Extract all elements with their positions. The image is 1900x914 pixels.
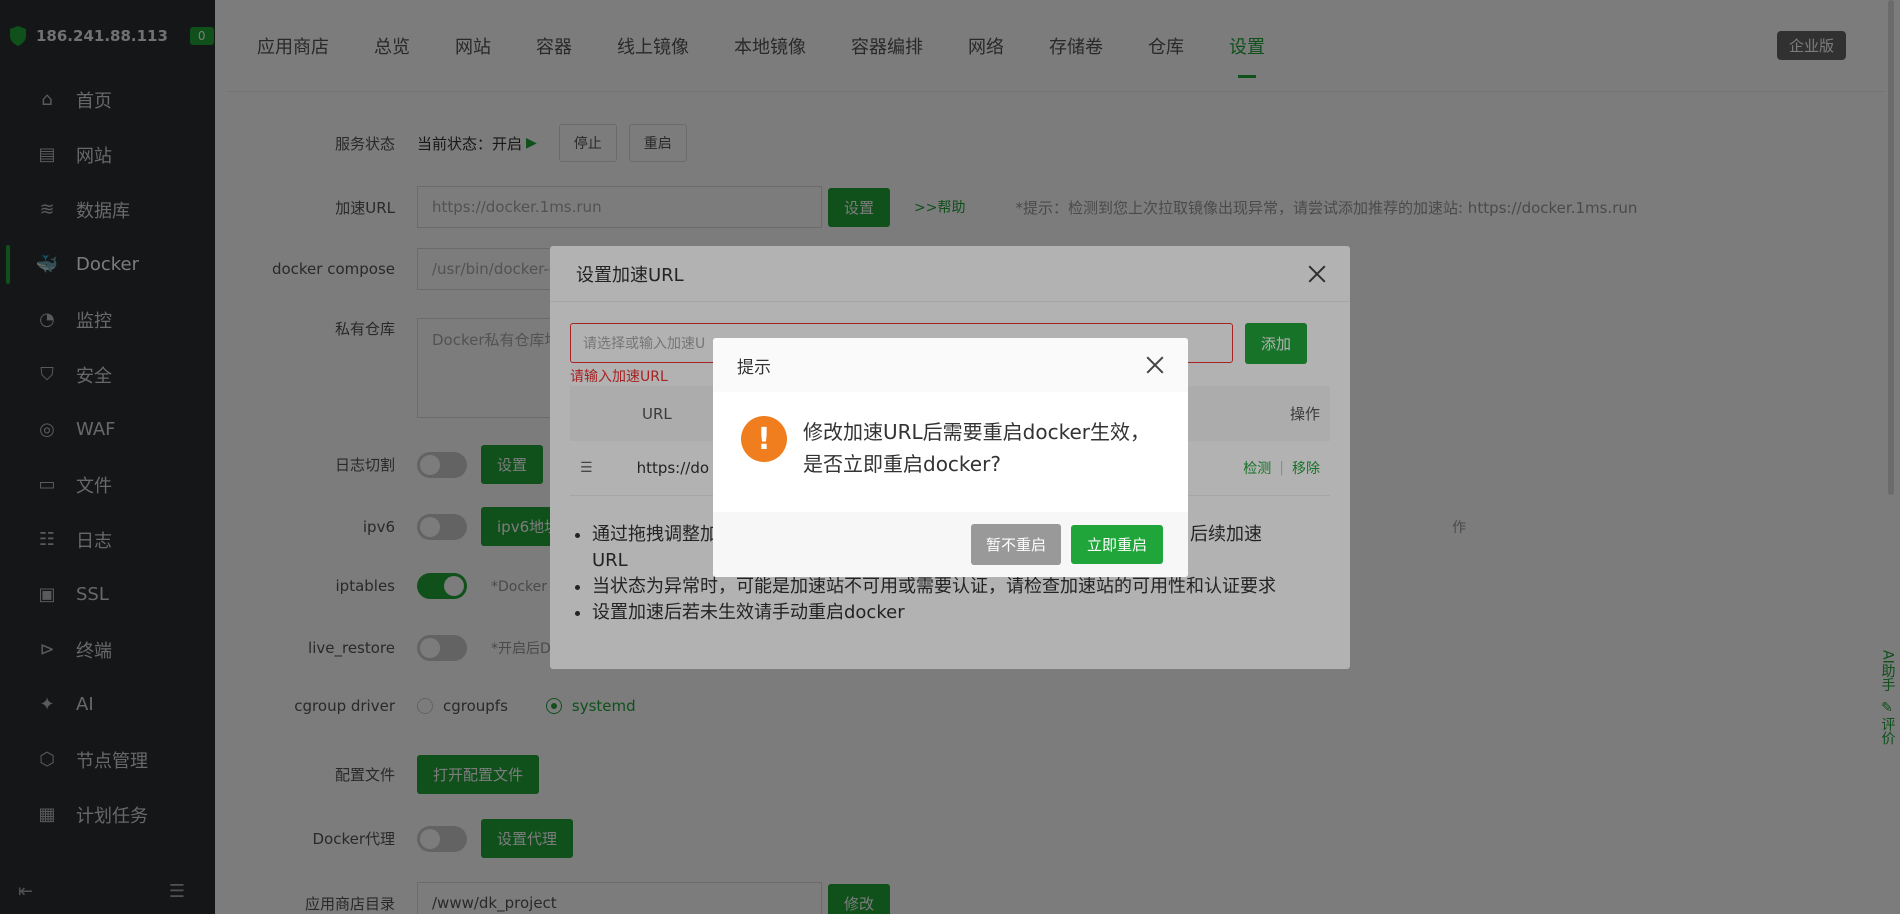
confirm-dialog-title: 提示	[737, 357, 771, 378]
message-line: 是否立即重启docker?	[803, 452, 1001, 476]
confirm-dialog-body: ! 修改加速URL后需要重启docker生效， 是否立即重启docker?	[713, 392, 1188, 512]
warning-icon: !	[741, 416, 787, 462]
confirm-message: 修改加速URL后需要重启docker生效， 是否立即重启docker?	[803, 416, 1150, 480]
restart-confirm-dialog: 提示 ! 修改加速URL后需要重启docker生效， 是否立即重启docker?…	[713, 338, 1188, 577]
close-icon[interactable]	[1144, 354, 1166, 376]
cancel-restart-button[interactable]: 暂不重启	[970, 524, 1061, 565]
restart-now-button[interactable]: 立即重启	[1070, 525, 1163, 564]
message-line: 修改加速URL后需要重启docker生效，	[803, 420, 1151, 444]
confirm-dialog-footer: 暂不重启 立即重启	[713, 512, 1188, 577]
confirm-dialog-header: 提示	[713, 338, 1188, 392]
